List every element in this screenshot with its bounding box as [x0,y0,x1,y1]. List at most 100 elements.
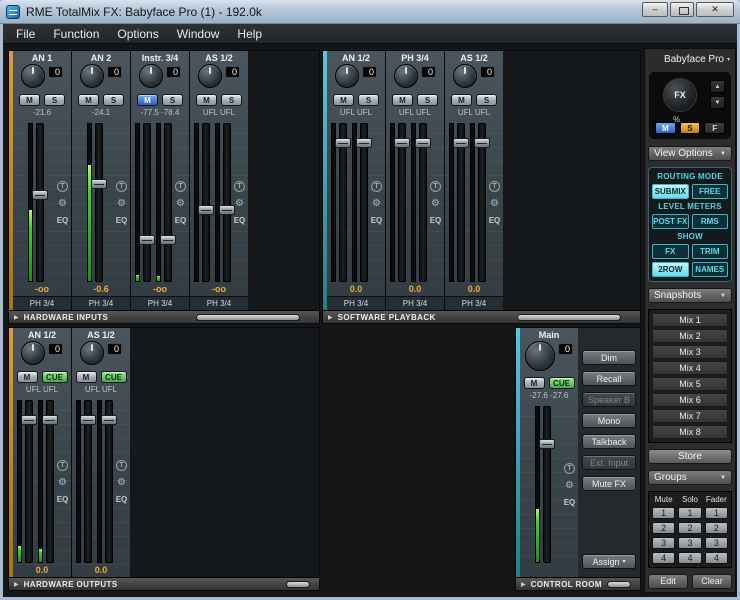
snapshot-item[interactable]: Mix 1 [652,313,728,328]
menu-options[interactable]: Options [108,25,167,43]
fader-handle[interactable] [415,137,431,148]
fx-knob[interactable]: FX [663,78,697,112]
group-button[interactable]: 3 [652,536,676,549]
fader[interactable] [453,123,469,282]
fader[interactable] [90,123,107,282]
wrench-icon[interactable]: ⚙ [565,480,574,491]
expand-arrow-icon[interactable]: ▶ [521,581,526,588]
group-button[interactable]: 4 [652,551,676,564]
fader[interactable] [21,400,37,563]
clear-button[interactable]: Clear [692,573,732,589]
trim-button[interactable]: T [371,180,382,192]
trim-button[interactable]: T [116,459,127,471]
mute-button[interactable]: M [392,94,413,106]
horizontal-scrollbar[interactable] [196,313,300,321]
solo-button[interactable]: S [221,94,242,106]
route-label[interactable]: PH 3/4 [131,296,189,310]
trim-button[interactable]: T [489,180,500,192]
group-button[interactable]: 1 [678,506,702,519]
title-bar[interactable]: RME TotalMix FX: Babyface Pro (1) - 192.… [0,0,740,24]
fader[interactable] [101,400,117,563]
fader-handle[interactable] [80,415,96,426]
snapshot-item[interactable]: Mix 2 [652,329,728,344]
fader-handle[interactable] [160,235,176,246]
group-button[interactable]: 4 [678,551,702,564]
fader[interactable] [80,400,96,563]
fader-handle[interactable] [90,178,107,189]
fx-up-button[interactable]: ▲ [710,80,725,93]
expand-arrow-icon[interactable]: ▶ [14,581,19,588]
store-button[interactable]: Store [648,449,732,465]
wrench-icon[interactable]: ⚙ [58,477,67,488]
fader[interactable] [139,123,155,282]
fader-handle[interactable] [219,205,235,216]
trim-button[interactable]: T [57,459,68,471]
fader[interactable] [335,123,351,282]
route-label[interactable]: PH 3/4 [190,296,248,310]
route-label[interactable]: PH 3/4 [13,296,71,310]
solo-button[interactable]: S [162,94,183,106]
group-button[interactable]: 4 [704,551,728,564]
trim-button[interactable]: T [57,180,68,192]
show-trim-button[interactable]: TRIM [691,244,728,260]
group-button[interactable]: 3 [678,536,702,549]
wrench-icon[interactable]: ⚙ [235,198,244,209]
solo-button[interactable]: S [103,94,124,106]
submix-button[interactable]: SUBMIX [652,184,689,200]
fader[interactable] [394,123,410,282]
fader[interactable] [538,406,555,563]
trim-button[interactable]: T [116,180,127,192]
cr-recall-button[interactable]: Recall [582,371,636,386]
trim-button[interactable]: T [564,462,575,474]
solo-button[interactable]: S [44,94,65,106]
group-button[interactable]: 3 [704,536,728,549]
cr-mute-fx-button[interactable]: Mute FX [582,476,636,491]
solo-button[interactable]: S [358,94,379,106]
mute-button[interactable]: M [196,94,217,106]
fx-down-button[interactable]: ▼ [710,96,725,109]
snapshot-item[interactable]: Mix 5 [652,377,728,392]
snapshot-item[interactable]: Mix 8 [652,425,728,440]
mute-button[interactable]: M [75,371,97,383]
fader-handle[interactable] [335,137,351,148]
mute-button[interactable]: M [333,94,354,106]
menu-file[interactable]: File [7,25,44,43]
solo-button[interactable]: S [417,94,438,106]
cr-mono-button[interactable]: Mono [582,413,636,428]
fx-mute-button[interactable]: M [655,122,676,135]
cr-talkback-button[interactable]: Talkback [582,434,636,449]
wrench-icon[interactable]: ⚙ [117,477,126,488]
minimize-button[interactable]: – [642,2,668,17]
cue-button[interactable]: CUE [548,377,575,389]
gain-knob[interactable] [335,64,359,88]
two-row-button[interactable]: 2ROW [652,262,689,278]
fader-handle[interactable] [21,415,37,426]
fader[interactable] [356,123,372,282]
fader-handle[interactable] [453,137,469,148]
fader[interactable] [42,400,58,563]
gain-knob[interactable] [80,64,104,88]
wrench-icon[interactable]: ⚙ [372,198,381,209]
trim-button[interactable]: T [234,180,245,192]
snapshot-item[interactable]: Mix 6 [652,393,728,408]
horizontal-scrollbar[interactable] [286,580,310,588]
free-button[interactable]: FREE [691,184,728,200]
trim-button[interactable]: T [175,180,186,192]
snapshot-item[interactable]: Mix 4 [652,361,728,376]
edit-button[interactable]: Edit [648,573,688,589]
fader-handle[interactable] [139,235,155,246]
rms-button[interactable]: RMS [691,214,728,230]
wrench-icon[interactable]: ⚙ [58,198,67,209]
cr-dim-button[interactable]: Dim [582,350,636,365]
menu-window[interactable]: Window [168,25,229,43]
mute-button[interactable]: M [451,94,472,106]
snapshot-item[interactable]: Mix 7 [652,409,728,424]
horizontal-scrollbar[interactable] [517,313,621,321]
mute-button[interactable]: M [19,94,40,106]
fader[interactable] [474,123,490,282]
cue-button[interactable]: CUE [41,371,68,383]
gain-knob[interactable] [525,341,555,371]
gain-knob[interactable] [394,64,418,88]
mute-button[interactable]: M [78,94,99,106]
gain-knob[interactable] [80,341,104,365]
